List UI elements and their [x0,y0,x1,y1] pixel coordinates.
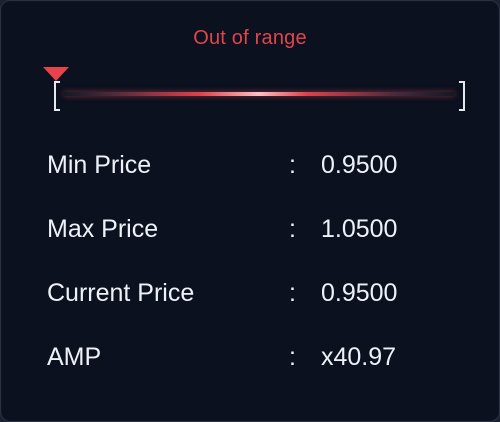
min-price-value: 0.9500 [321,151,398,179]
range-beam [63,92,455,96]
position-range-card: Out of range Min Price : 0.9500 Max Pric… [0,0,500,422]
range-right-bracket-icon [459,81,465,111]
current-price-marker-icon [43,67,69,81]
row-label: Min Price [47,151,152,179]
amp-row: AMP : x40.97 [47,343,467,407]
current-price-row: Current Price : 0.9500 [47,279,467,343]
range-status-label: Out of range [193,27,307,49]
min-price-row: Min Price : 0.9500 [47,151,467,215]
row-label: AMP [47,343,102,371]
row-separator: : [289,343,296,371]
row-label: Current Price [47,279,195,307]
max-price-value: 1.0500 [321,215,398,243]
range-left-bracket-icon [54,81,60,111]
amp-value: x40.97 [321,343,397,371]
row-label: Max Price [47,215,159,243]
max-price-row: Max Price : 1.0500 [47,215,467,279]
current-price-value: 0.9500 [321,279,398,307]
row-separator: : [289,279,296,307]
price-info-list: Min Price : 0.9500 Max Price : 1.0500 Cu… [47,151,467,407]
row-separator: : [289,215,296,243]
row-separator: : [289,151,296,179]
price-range-indicator [41,67,471,117]
